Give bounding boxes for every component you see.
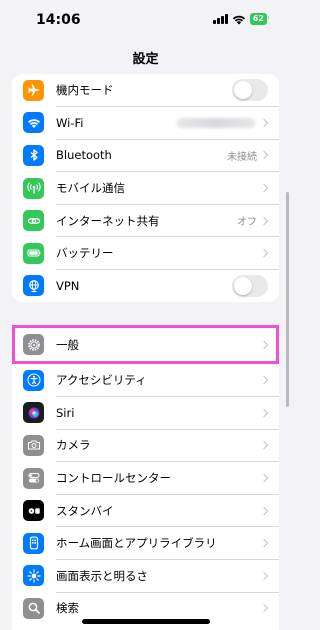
settings-row-label: Wi-Fi (56, 115, 84, 130)
page-title: 設定 (132, 52, 159, 67)
wifi-icon (23, 112, 44, 134)
chevron-right-icon (259, 118, 269, 128)
chevron-right-icon (259, 506, 269, 515)
status-time: 14:06 (36, 12, 81, 28)
globe-icon (23, 275, 44, 297)
chevron-right-icon (259, 571, 269, 581)
status-bar: 14:06 62 (0, 0, 291, 40)
chevron-right-icon (259, 249, 269, 258)
siri-icon (23, 402, 44, 424)
settings-row-label: コントロールセンター (56, 471, 171, 486)
battery-icon: 62 (249, 13, 270, 25)
sun-icon (23, 565, 44, 587)
settings-row-camera[interactable]: カメラ (12, 429, 279, 462)
settings-row-wifi[interactable]: Wi-Fi (12, 107, 279, 140)
settings-row-label: 検索 (56, 601, 79, 616)
settings-row-label: スタンバイ (56, 503, 114, 518)
chevron-right-icon (259, 441, 269, 450)
chevron-right-icon (259, 151, 269, 160)
wifi-network-name-redacted (177, 117, 255, 128)
settings-row-bluetooth[interactable]: Bluetooth 未接続 (12, 139, 279, 172)
chevron-right-icon (259, 216, 269, 225)
switches-icon (23, 467, 44, 489)
settings-row-label: Siri (56, 405, 75, 420)
home-indicator[interactable] (82, 619, 210, 624)
chevron-right-icon (259, 183, 269, 193)
airplane-mode-toggle[interactable] (232, 79, 268, 102)
antenna-icon (23, 177, 44, 199)
accessibility-icon (23, 369, 44, 391)
settings-row-general[interactable]: 一般 (12, 325, 279, 364)
link-icon (23, 210, 44, 232)
cellular-signal-icon (212, 14, 228, 24)
settings-row-label: VPN (56, 278, 80, 293)
bluetooth-status-value: 未接続 (227, 151, 257, 163)
settings-row-label: カメラ (56, 438, 91, 453)
settings-row-battery[interactable]: バッテリー (12, 237, 279, 270)
chevron-right-icon (259, 340, 269, 349)
airplane-icon (23, 79, 44, 101)
chevron-right-icon (259, 376, 269, 385)
settings-row-airplane-mode[interactable]: 機内モード (12, 74, 279, 107)
standby-icon (23, 500, 44, 522)
settings-row-siri[interactable]: Siri (12, 397, 279, 430)
chevron-right-icon (259, 539, 269, 548)
settings-row-label: Bluetooth (56, 148, 112, 163)
settings-row-label: バッテリー (56, 246, 114, 261)
chevron-right-icon (259, 604, 269, 613)
general-group: 一般 アクセシビリティ Siri カメラ コントロールセンター スタンバイ ホー… (12, 325, 279, 630)
settings-row-label: インターネット共有 (56, 213, 160, 228)
bluetooth-icon (23, 144, 44, 166)
gear-icon (23, 334, 44, 355)
settings-row-display-brightness[interactable]: 画面表示と明るさ (12, 560, 279, 593)
camera-icon (23, 434, 44, 456)
settings-row-standby[interactable]: スタンバイ (12, 494, 279, 527)
wifi-status-icon (232, 15, 245, 24)
settings-row-accessibility[interactable]: アクセシビリティ (12, 364, 279, 397)
settings-row-personal-hotspot[interactable]: インターネット共有 オフ (12, 204, 279, 237)
battery-icon (23, 242, 44, 264)
settings-row-mobile-data[interactable]: モバイル通信 (12, 172, 279, 205)
settings-row-label: モバイル通信 (56, 181, 125, 196)
phone-icon (23, 532, 44, 554)
settings-row-label: アクセシビリティ (56, 373, 147, 388)
settings-row-label: 画面表示と明るさ (56, 568, 148, 583)
settings-row-vpn[interactable]: VPN (12, 270, 279, 302)
settings-row-label: 機内モード (56, 83, 114, 98)
settings-row-control-center[interactable]: コントロールセンター (12, 462, 279, 495)
connectivity-group: 機内モード Wi-Fi Bluetooth 未接続 モバイル通信 インターネット… (12, 74, 279, 302)
scroll-indicator[interactable] (286, 192, 289, 407)
search-icon (23, 597, 44, 619)
chevron-right-icon (259, 408, 269, 418)
chevron-right-icon (259, 473, 269, 483)
status-icons: 62 (212, 13, 270, 25)
settings-row-label: 一般 (56, 337, 79, 352)
vpn-toggle[interactable] (232, 274, 268, 297)
hotspot-status-value: オフ (237, 217, 257, 229)
settings-row-home-screen[interactable]: ホーム画面とアプリライブラリ (12, 527, 279, 560)
settings-row-label: ホーム画面とアプリライブラリ (56, 536, 217, 551)
